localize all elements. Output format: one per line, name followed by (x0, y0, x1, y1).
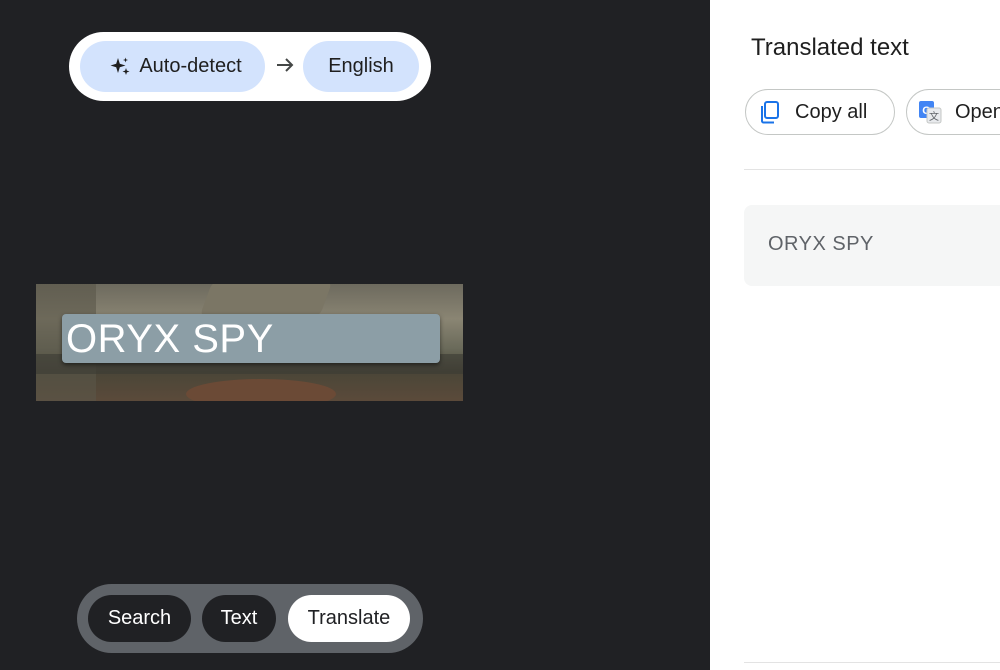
translated-result-card[interactable]: ORYX SPY (744, 205, 1000, 286)
google-translate-icon: G 文 (917, 99, 943, 125)
copy-icon (757, 99, 783, 125)
overlay-text: ORYX SPY (66, 316, 274, 361)
divider (744, 662, 1000, 663)
text-mode-button[interactable]: Text (202, 595, 276, 642)
divider (744, 169, 1000, 170)
captured-image: ORYX SPY (36, 284, 463, 401)
copy-all-button[interactable]: Copy all (745, 89, 895, 135)
copy-all-label: Copy all (795, 100, 868, 123)
target-language-button[interactable]: English (303, 41, 419, 92)
open-in-translate-button[interactable]: G 文 Open (906, 89, 1000, 135)
translation-panel: Translated text Copy all G 文 Open ORYX S… (710, 0, 1000, 670)
panel-title: Translated text (751, 34, 909, 61)
sparkle-icon (109, 56, 131, 78)
svg-text:文: 文 (929, 110, 939, 123)
lens-image-pane: Auto-detect English ORYX SPY Search Text… (0, 0, 710, 670)
translate-mode-button[interactable]: Translate (288, 595, 410, 642)
target-language-label: English (328, 55, 394, 77)
open-label: Open (955, 100, 1000, 123)
translated-text-overlay[interactable]: ORYX SPY (62, 314, 440, 363)
image-detail (186, 379, 336, 401)
mode-switcher: Search Text Translate (77, 584, 423, 653)
translated-result-text: ORYX SPY (768, 233, 874, 255)
search-mode-button[interactable]: Search (88, 595, 191, 642)
source-language-button[interactable]: Auto-detect (80, 41, 265, 92)
source-language-label: Auto-detect (139, 55, 242, 77)
language-selector-bar: Auto-detect English (69, 32, 431, 101)
arrow-right-icon (272, 52, 298, 78)
